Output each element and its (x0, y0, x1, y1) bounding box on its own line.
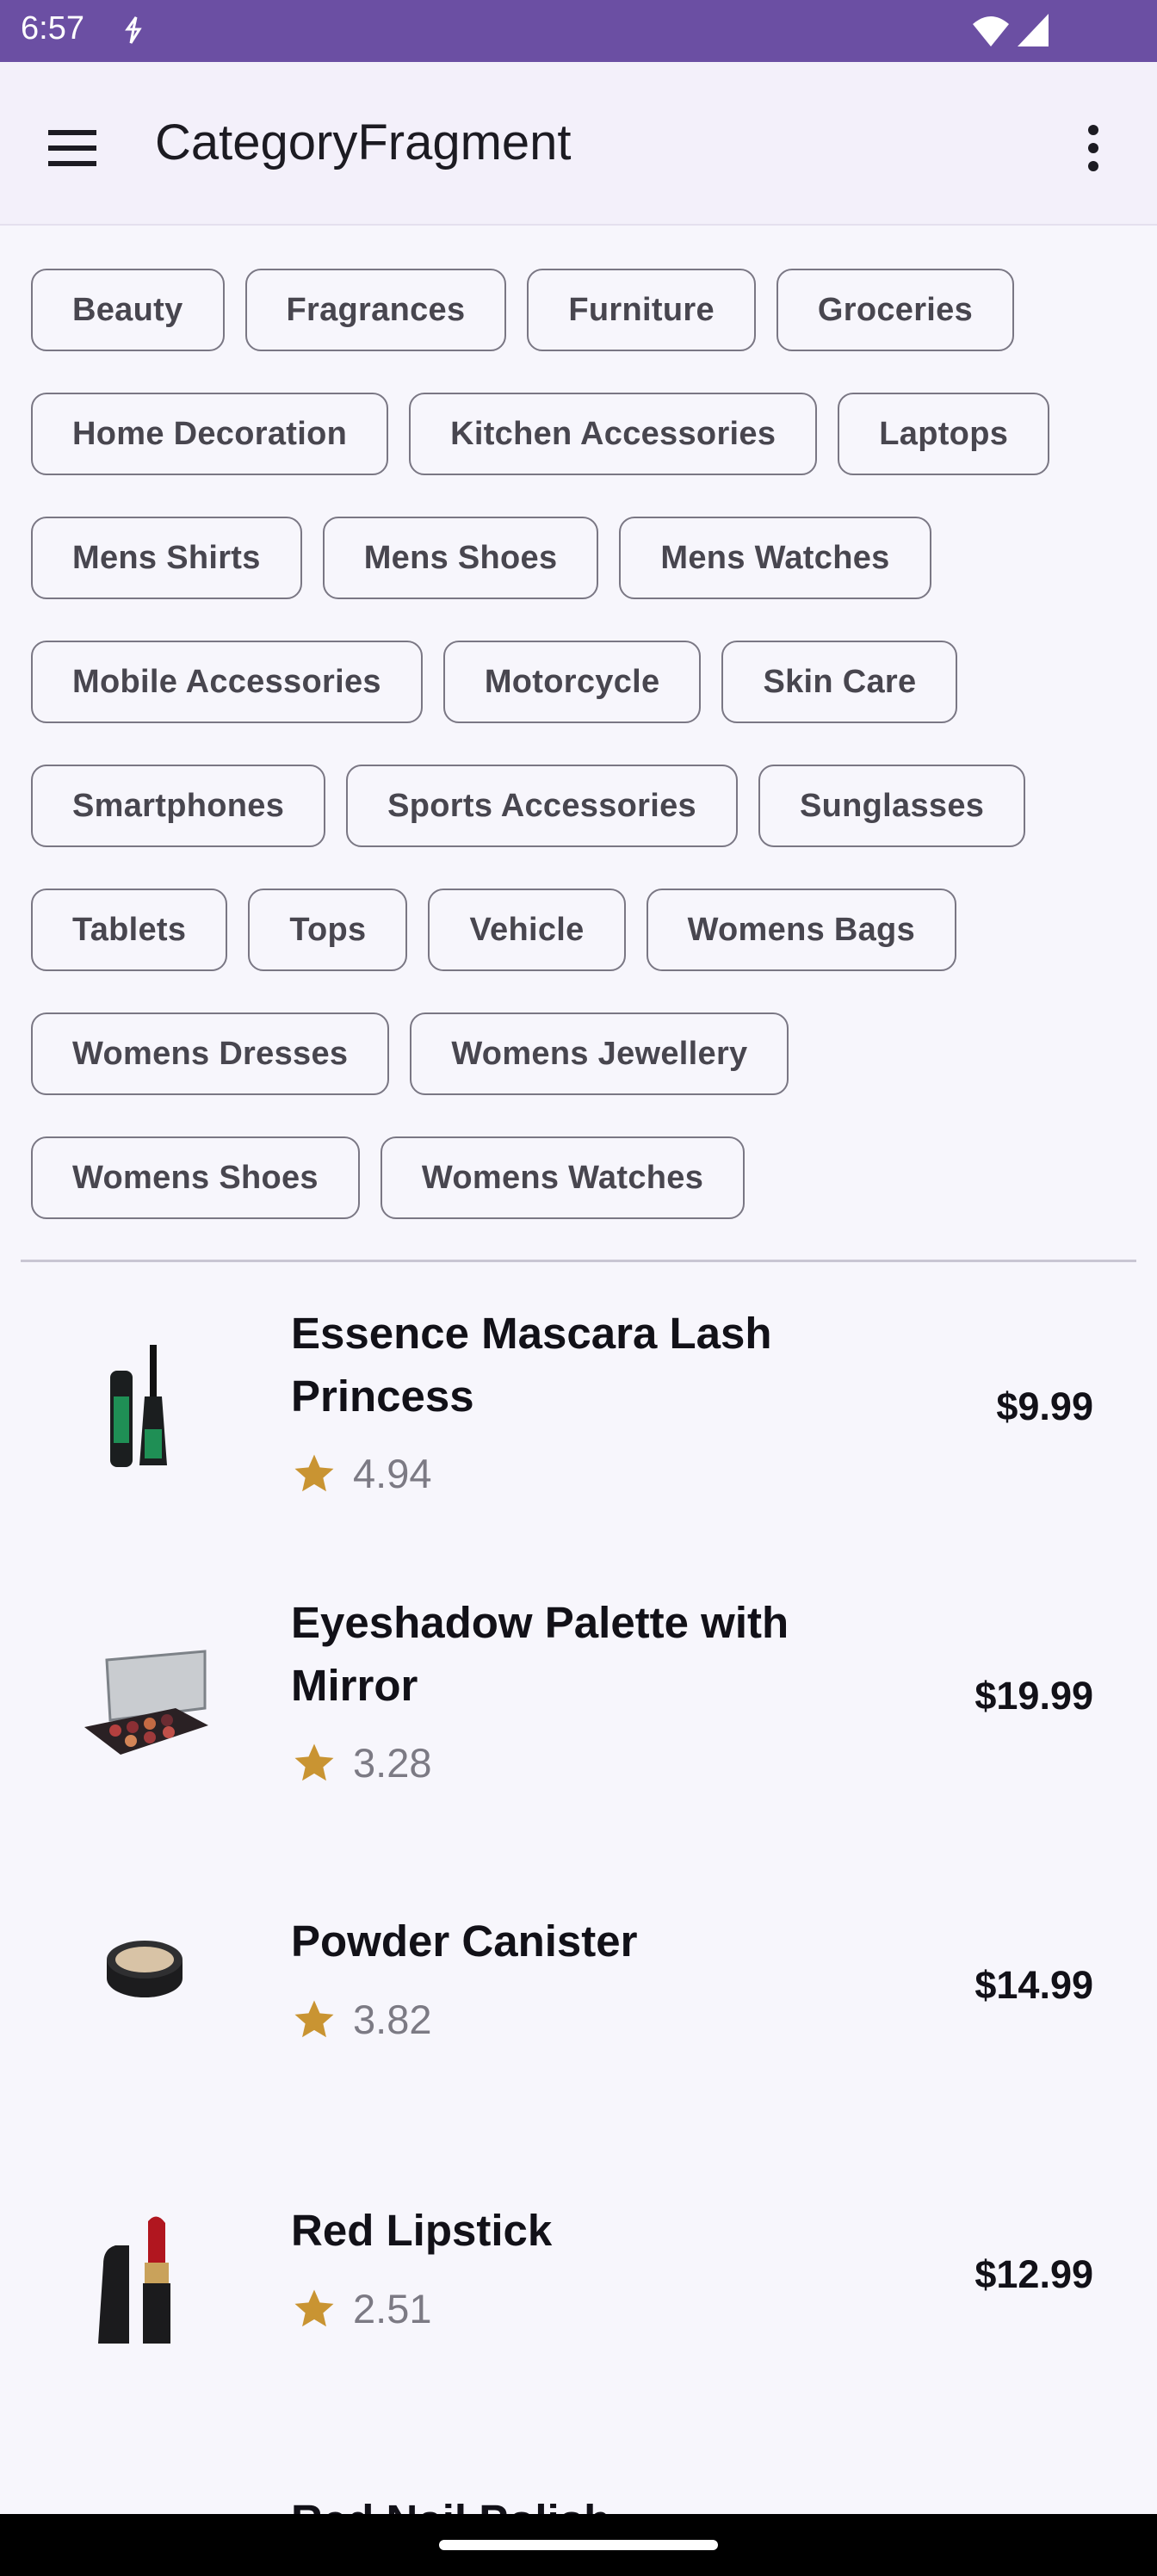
product-list-item[interactable]: Essence Mascara Lash Princess 4.94 $9.99 (0, 1291, 1157, 1581)
product-rating: 2.51 (291, 2285, 431, 2332)
category-chip-womens-jewellery[interactable]: Womens Jewellery (410, 1012, 789, 1095)
product-price: $12.99 (974, 2252, 1093, 2296)
rating-value: 3.82 (353, 1997, 432, 2042)
category-chip-beauty[interactable]: Beauty (31, 269, 225, 351)
chip-row: Mobile Accessories Motorcycle Skin Care (31, 641, 1142, 723)
category-chip-tablets[interactable]: Tablets (31, 889, 228, 971)
category-chip-laptops[interactable]: Laptops (838, 393, 1050, 475)
product-rating: 4.94 (291, 1450, 431, 1497)
product-price: $9.99 (996, 1384, 1093, 1428)
category-chip-vehicle[interactable]: Vehicle (428, 889, 626, 971)
category-chip-motorcycle[interactable]: Motorcycle (442, 641, 702, 723)
eyeshadow-palette-icon (84, 1650, 208, 1755)
product-list-item[interactable]: Eyeshadow Palette with Mirror 3.28 $19.9… (0, 1581, 1157, 1870)
category-chip-furniture[interactable]: Furniture (527, 269, 756, 351)
product-name: Powder Canister (291, 1917, 638, 1966)
chip-row: Tablets Tops Vehicle Womens Bags (31, 889, 1142, 971)
category-chip-groceries[interactable]: Groceries (776, 269, 1015, 351)
category-chip-sports-accessories[interactable]: Sports Accessories (346, 765, 738, 847)
category-chip-sunglasses[interactable]: Sunglasses (758, 765, 1026, 847)
more-vert-icon (1088, 125, 1098, 171)
menu-button[interactable] (38, 114, 107, 183)
category-chip-mobile-accessories[interactable]: Mobile Accessories (31, 641, 423, 723)
cellular-signal-icon (1018, 14, 1049, 46)
star-icon (294, 1743, 334, 1780)
mascara-icon (110, 1345, 167, 1467)
category-chip-womens-dresses[interactable]: Womens Dresses (31, 1012, 390, 1095)
category-chip-womens-bags[interactable]: Womens Bags (646, 889, 957, 971)
chip-row: Smartphones Sports Accessories Sunglasse… (31, 765, 1142, 847)
navigation-bar (0, 2514, 1157, 2576)
page-title: CategoryFragment (155, 115, 572, 170)
hamburger-menu-icon (48, 130, 96, 166)
star-icon (294, 2000, 334, 2037)
category-chip-mens-watches[interactable]: Mens Watches (619, 517, 931, 599)
category-chip-group: Beauty Fragrances Furniture Groceries Ho… (31, 269, 1142, 1260)
overflow-menu-button[interactable] (1059, 114, 1128, 183)
rating-value: 3.28 (353, 1740, 432, 1786)
category-chip-smartphones[interactable]: Smartphones (31, 765, 326, 847)
sync-icon (125, 16, 142, 44)
product-rating: 3.82 (291, 1996, 431, 2043)
app-bar: CategoryFragment (0, 62, 1157, 226)
category-chip-skin-care[interactable]: Skin Care (721, 641, 958, 723)
product-list-item[interactable]: Powder Canister 3.82 $14.99 (0, 1870, 1157, 2159)
product-name: Red Lipstick (291, 2206, 553, 2255)
chip-row: Home Decoration Kitchen Accessories Lapt… (31, 393, 1142, 475)
chip-row: Mens Shirts Mens Shoes Mens Watches (31, 517, 1142, 599)
status-time: 6:57 (21, 10, 84, 46)
category-chip-mens-shirts[interactable]: Mens Shirts (31, 517, 302, 599)
powder-canister-icon (107, 1941, 183, 1997)
product-list-item[interactable]: Red Lipstick 2.51 $12.99 (0, 2159, 1157, 2449)
wifi-icon (973, 16, 1009, 46)
product-rating: 3.28 (291, 1739, 431, 1786)
category-chip-womens-shoes[interactable]: Womens Shoes (31, 1136, 360, 1219)
rating-value: 4.94 (353, 1451, 432, 1496)
category-chip-kitchen-accessories[interactable]: Kitchen Accessories (409, 393, 818, 475)
category-chip-mens-shoes[interactable]: Mens Shoes (322, 517, 599, 599)
home-gesture-handle[interactable] (439, 2540, 718, 2550)
category-chip-womens-watches[interactable]: Womens Watches (380, 1136, 746, 1219)
chip-row: Womens Dresses Womens Jewellery (31, 1012, 1142, 1095)
chip-row: Beauty Fragrances Furniture Groceries (31, 269, 1142, 351)
lipstick-icon (98, 2216, 170, 2344)
rating-value: 2.51 (353, 2286, 432, 2331)
product-price: $19.99 (974, 1674, 1093, 1718)
chip-row: Womens Shoes Womens Watches (31, 1136, 1142, 1219)
product-name: Eyeshadow Palette with Mirror (291, 1598, 789, 1710)
product-name: Essence Mascara Lash Princess (291, 1309, 772, 1421)
star-icon (294, 2289, 334, 2326)
category-chip-tops[interactable]: Tops (248, 889, 408, 971)
category-chip-fragrances[interactable]: Fragrances (244, 269, 507, 351)
divider (21, 1260, 1136, 1262)
product-price: $14.99 (974, 1963, 1093, 2007)
category-chip-home-decoration[interactable]: Home Decoration (31, 393, 389, 475)
star-icon (294, 1454, 334, 1491)
status-bar: 6:57 (0, 0, 1157, 62)
